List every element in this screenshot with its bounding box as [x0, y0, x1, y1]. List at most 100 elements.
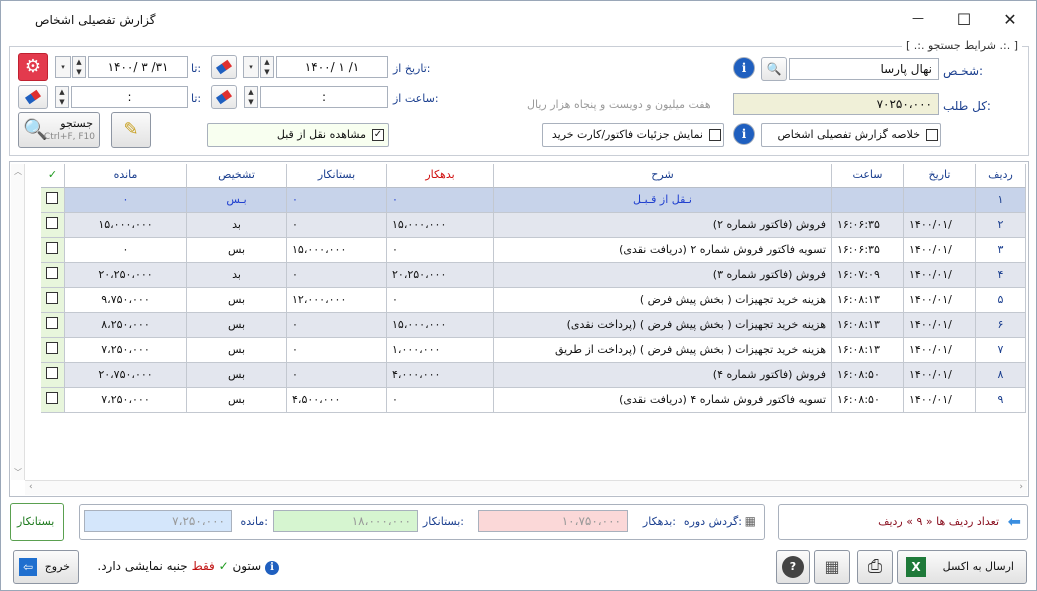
cell-credit[interactable]: ۱۵،۰۰۰،۰۰۰: [287, 238, 387, 263]
row-checkbox[interactable]: [46, 267, 58, 279]
cell-date[interactable]: ۱۴۰۰/۰۱/: [904, 388, 976, 413]
date-from-spinner[interactable]: ▲ ▼: [260, 56, 274, 78]
cell-debit[interactable]: ۴،۰۰۰،۰۰۰: [387, 363, 494, 388]
cell-debit[interactable]: ۰: [387, 288, 494, 313]
row-checkbox[interactable]: [46, 317, 58, 329]
cell-balance[interactable]: ۸،۲۵۰،۰۰۰: [65, 313, 187, 338]
time-from-clear-button[interactable]: [211, 85, 237, 109]
row-select-cell[interactable]: [41, 388, 65, 413]
row-select-cell[interactable]: [41, 313, 65, 338]
cell-time[interactable]: ۱۶:۰۸:۵۰: [832, 363, 904, 388]
row-select-cell[interactable]: [41, 213, 65, 238]
header-desc[interactable]: شرح: [494, 164, 832, 188]
cell-row[interactable]: ۹: [976, 388, 1026, 413]
header-check-icon[interactable]: ✓: [41, 164, 65, 188]
cell-desc[interactable]: تسویه فاکتور فروش شماره ۲ (دریافت نقدی): [494, 238, 832, 263]
exit-button[interactable]: ⇦ خروج: [13, 550, 79, 584]
date-to-spinner[interactable]: ▲ ▼: [72, 56, 86, 78]
cell-time[interactable]: ۱۶:۰۸:۱۳: [832, 313, 904, 338]
cell-debit[interactable]: ۲۰،۲۵۰،۰۰۰: [387, 263, 494, 288]
cell-desc[interactable]: هزینه خرید تجهیزات ( بخش پیش فرض ): [494, 288, 832, 313]
cell-time[interactable]: ۱۶:۰۸:۱۳: [832, 288, 904, 313]
row-select-cell[interactable]: [41, 263, 65, 288]
row-checkbox[interactable]: [46, 367, 58, 379]
header-date[interactable]: تاریخ: [904, 164, 976, 188]
cell-desc[interactable]: هزینه خرید تجهیزات ( بخش پیش فرض ) (پردا…: [494, 338, 832, 363]
cell-time[interactable]: ۱۶:۰۸:۱۳: [832, 338, 904, 363]
cell-diag[interactable]: بس: [187, 388, 287, 413]
header-diag[interactable]: تشخیص: [187, 164, 287, 188]
row-select-cell[interactable]: [41, 288, 65, 313]
header-credit[interactable]: بستانکار: [287, 164, 387, 188]
cell-desc[interactable]: فروش (فاکتور شماره ۲): [494, 213, 832, 238]
summary-option[interactable]: خلاصه گزارش تفصیلی اشخاص: [761, 123, 941, 147]
header-debit[interactable]: بدهکار: [387, 164, 494, 188]
cell-diag[interactable]: بس: [187, 313, 287, 338]
cell-date[interactable]: ۱۴۰۰/۰۱/: [904, 338, 976, 363]
cell-row[interactable]: ۶: [976, 313, 1026, 338]
settings-button[interactable]: ⚙: [18, 53, 48, 81]
cell-balance[interactable]: ۰: [65, 188, 187, 213]
maximize-button[interactable]: ☐: [941, 7, 987, 33]
row-select-cell[interactable]: [41, 338, 65, 363]
cell-debit[interactable]: ۱۵،۰۰۰،۰۰۰: [387, 213, 494, 238]
cell-credit[interactable]: ۰: [287, 338, 387, 363]
cell-diag[interactable]: بس: [187, 238, 287, 263]
cell-date[interactable]: [904, 188, 976, 213]
cell-debit[interactable]: ۱۵،۰۰۰،۰۰۰: [387, 313, 494, 338]
help-button[interactable]: ?: [776, 550, 810, 584]
cell-balance[interactable]: ۹،۷۵۰،۰۰۰: [65, 288, 187, 313]
cell-diag[interactable]: بس: [187, 338, 287, 363]
cell-row[interactable]: ۱: [976, 188, 1026, 213]
cell-desc[interactable]: تسویه فاکتور فروش شماره ۴ (دریافت نقدی): [494, 388, 832, 413]
clear-filters-button[interactable]: ✎: [111, 112, 151, 148]
row-checkbox[interactable]: [46, 217, 58, 229]
cell-debit[interactable]: ۱،۰۰۰،۰۰۰: [387, 338, 494, 363]
carry-over-checkbox[interactable]: ✓: [372, 129, 384, 141]
cell-time[interactable]: ۱۶:۰۸:۵۰: [832, 388, 904, 413]
cell-debit[interactable]: ۰: [387, 188, 494, 213]
cell-balance[interactable]: ۱۵،۰۰۰،۰۰۰: [65, 213, 187, 238]
cell-date[interactable]: ۱۴۰۰/۰۱/: [904, 313, 976, 338]
date-from-dropdown[interactable]: ▾: [243, 56, 259, 78]
cell-date[interactable]: ۱۴۰۰/۰۱/: [904, 288, 976, 313]
row-checkbox[interactable]: [46, 342, 58, 354]
time-to-spinner[interactable]: ▲ ▼: [55, 86, 69, 108]
time-to-input[interactable]: :: [71, 86, 188, 108]
search-person-button[interactable]: 🔍: [761, 57, 787, 81]
cell-balance[interactable]: ۷،۲۵۰،۰۰۰: [65, 388, 187, 413]
cell-desc[interactable]: فروش (فاکتور شماره ۳): [494, 263, 832, 288]
cell-row[interactable]: ۷: [976, 338, 1026, 363]
time-from-input[interactable]: :: [260, 86, 388, 108]
row-select-cell[interactable]: [41, 238, 65, 263]
print-button[interactable]: ⎙: [857, 550, 893, 584]
cell-credit[interactable]: ۴،۵۰۰،۰۰۰: [287, 388, 387, 413]
cell-balance[interactable]: ۲۰،۲۵۰،۰۰۰: [65, 263, 187, 288]
cell-row[interactable]: ۵: [976, 288, 1026, 313]
cell-row[interactable]: ۸: [976, 363, 1026, 388]
cell-row[interactable]: ۲: [976, 213, 1026, 238]
cell-diag[interactable]: بد: [187, 263, 287, 288]
cell-time[interactable]: ۱۶:۰۶:۳۵: [832, 213, 904, 238]
cell-credit[interactable]: ۰: [287, 363, 387, 388]
header-row[interactable]: ردیف: [976, 164, 1026, 188]
date-to-dropdown[interactable]: ▾: [55, 56, 71, 78]
vertical-scrollbar[interactable]: ︿ ﹀: [11, 164, 25, 480]
cell-desc[interactable]: فروش (فاکتور شماره ۴): [494, 363, 832, 388]
cell-balance[interactable]: ۰: [65, 238, 187, 263]
time-from-spinner[interactable]: ▲ ▼: [244, 86, 258, 108]
cell-credit[interactable]: ۰: [287, 313, 387, 338]
cell-credit[interactable]: ۰: [287, 188, 387, 213]
cell-credit[interactable]: ۰: [287, 213, 387, 238]
cell-diag[interactable]: بس: [187, 288, 287, 313]
calculator-button[interactable]: ▦: [814, 550, 850, 584]
date-from-clear-button[interactable]: [211, 55, 237, 79]
cell-row[interactable]: ۳: [976, 238, 1026, 263]
date-from-input[interactable]: ۱۴۰۰/ ۱ /۱: [276, 56, 388, 78]
cell-time[interactable]: ۱۶:۰۶:۳۵: [832, 238, 904, 263]
date-to-input[interactable]: ۱۴۰۰/ ۳ /۳۱: [88, 56, 188, 78]
cell-date[interactable]: ۱۴۰۰/۰۱/: [904, 263, 976, 288]
excel-export-button[interactable]: X ارسال به اکسل: [897, 550, 1027, 584]
cell-debit[interactable]: ۰: [387, 388, 494, 413]
invoice-details-option[interactable]: نمایش جزئیات فاکتور/کارت خرید: [542, 123, 724, 147]
